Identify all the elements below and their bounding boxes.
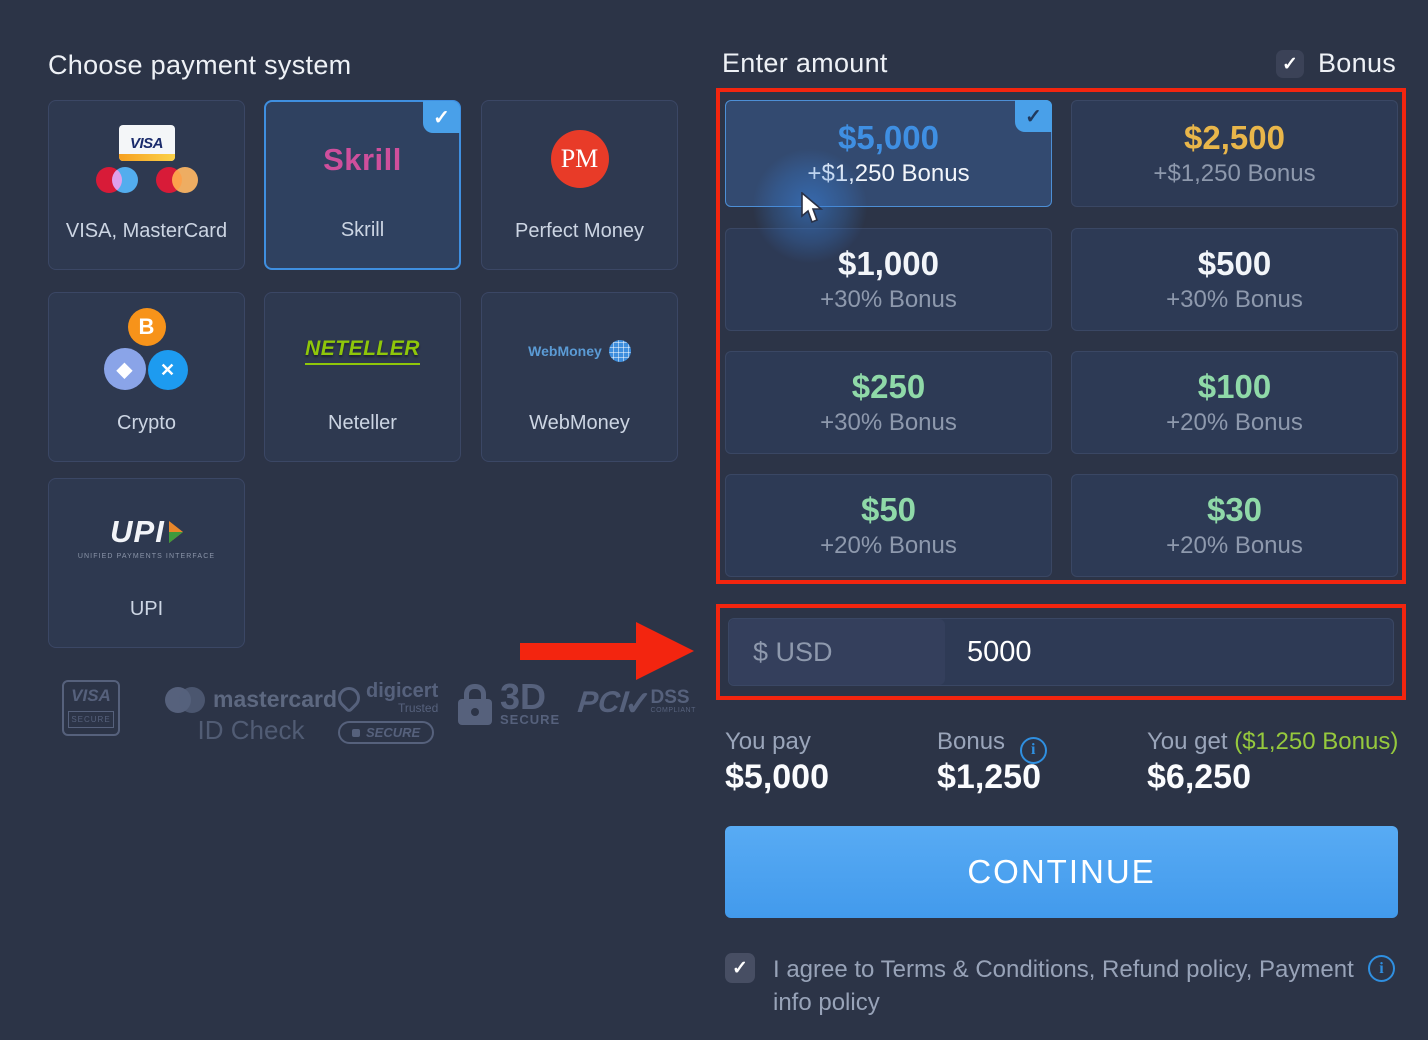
payment-tile-neteller[interactable]: NETELLER Neteller <box>264 292 461 462</box>
preset-amount: $2,500 <box>1184 118 1285 158</box>
payment-label: Neteller <box>328 412 397 435</box>
preset-500[interactable]: $500 +30% Bonus <box>1071 228 1398 331</box>
annotation-arrow <box>520 643 640 660</box>
preset-2500[interactable]: $2,500 +$1,250 Bonus <box>1071 100 1398 207</box>
payment-tile-webmoney[interactable]: WebMoney WebMoney <box>481 292 678 462</box>
payment-label: Skrill <box>341 219 384 242</box>
preset-100[interactable]: $100 +20% Bonus <box>1071 351 1398 454</box>
payment-tile-visa-mastercard[interactable]: VISA VISA, MasterCard <box>48 100 245 270</box>
payment-label: Perfect Money <box>515 220 644 243</box>
mastercard-circles-icon <box>165 687 205 713</box>
preset-30[interactable]: $30 +20% Bonus <box>1071 474 1398 577</box>
visa-mastercard-icon: VISA <box>49 101 244 217</box>
enter-amount-title: Enter amount <box>722 48 888 79</box>
digicert-badge: digicert Trusted SECURE <box>338 680 438 744</box>
payment-tile-upi[interactable]: UPI UNIFIED PAYMENTS INTERFACE UPI <box>48 478 245 648</box>
choose-payment-title: Choose payment system <box>48 50 351 81</box>
preset-amount: $100 <box>1198 367 1271 407</box>
webmoney-logo: WebMoney <box>528 343 602 359</box>
you-pay-label: You pay <box>725 728 811 756</box>
crypto-icons: B ◆ ✕ <box>102 308 192 394</box>
preset-bonus: +30% Bonus <box>1166 284 1303 316</box>
preset-bonus: +20% Bonus <box>1166 530 1303 562</box>
preset-amount: $5,000 <box>838 118 939 158</box>
payment-label: WebMoney <box>529 412 630 435</box>
upi-arrow-icon <box>169 521 183 543</box>
payment-tile-crypto[interactable]: B ◆ ✕ Crypto <box>48 292 245 462</box>
amount-input[interactable] <box>945 619 1393 685</box>
preset-amount: $250 <box>852 367 925 407</box>
maestro-icon <box>96 167 138 193</box>
ethereum-icon: ◆ <box>104 348 146 390</box>
preset-bonus: +20% Bonus <box>820 530 957 562</box>
preset-amount: $30 <box>1207 490 1262 530</box>
you-get-value: $6,250 <box>1147 758 1251 797</box>
currency-label: $ USD <box>753 637 833 668</box>
preset-250[interactable]: $250 +30% Bonus <box>725 351 1052 454</box>
perfect-money-icon: PM <box>551 130 609 188</box>
preset-bonus: +30% Bonus <box>820 407 957 439</box>
selected-check-icon: ✓ <box>1015 100 1052 132</box>
ripple-icon: ✕ <box>148 350 188 390</box>
bonus-checkbox[interactable]: ✓ <box>1276 50 1304 78</box>
agreement-text: I agree to Terms & Conditions, Refund po… <box>773 953 1373 1019</box>
mastercard-icon <box>156 167 198 193</box>
you-pay-value: $5,000 <box>725 758 829 797</box>
you-get-summary: You get ($1,250 Bonus) <box>1147 728 1398 756</box>
skrill-logo: Skrill <box>323 142 402 178</box>
webmoney-globe-icon <box>609 340 631 362</box>
amount-input-row: $ USD <box>728 618 1394 686</box>
agree-checkbox[interactable]: ✓ <box>725 953 755 983</box>
padlock-icon <box>458 684 492 725</box>
upi-logo: UPI UNIFIED PAYMENTS INTERFACE <box>78 514 215 560</box>
bitcoin-icon: B <box>128 308 166 346</box>
payment-label: UPI <box>130 598 163 621</box>
neteller-logo: NETELLER <box>305 337 420 365</box>
preset-bonus: +$1,250 Bonus <box>1153 158 1315 190</box>
mouse-cursor-icon <box>800 192 828 226</box>
digicert-icon <box>333 682 364 713</box>
preset-amount: $50 <box>861 490 916 530</box>
payment-tile-skrill[interactable]: ✓ Skrill Skrill <box>264 100 461 270</box>
you-get-bonus-note: ($1,250 Bonus) <box>1234 728 1398 755</box>
preset-bonus: +20% Bonus <box>1166 407 1303 439</box>
bonus-value: $1,250 <box>937 758 1041 797</box>
preset-amount: $1,000 <box>838 244 939 284</box>
currency-selector[interactable]: $ USD <box>729 619 945 685</box>
visa-secure-badge: VISA SECURE <box>62 680 120 736</box>
you-get-label: You get <box>1147 728 1228 755</box>
payment-label: VISA, MasterCard <box>66 220 227 243</box>
mastercard-idcheck-badge: mastercard ID Check <box>165 686 337 746</box>
visa-card-logo: VISA <box>130 135 163 152</box>
threed-secure-badge: 3D SECURE <box>458 682 560 727</box>
payment-label: Crypto <box>117 412 176 435</box>
lock-icon <box>352 729 360 737</box>
agreement-info-icon[interactable]: i <box>1368 955 1395 982</box>
pci-dss-badge: PCI ✓ DSS COMPLIANT <box>578 688 696 724</box>
bonus-checkbox-label: Bonus <box>1318 48 1396 79</box>
preset-50[interactable]: $50 +20% Bonus <box>725 474 1052 577</box>
preset-bonus: +30% Bonus <box>820 284 957 316</box>
preset-amount: $500 <box>1198 244 1271 284</box>
continue-button[interactable]: CONTINUE <box>725 826 1398 918</box>
bonus-label: Bonus <box>937 728 1005 755</box>
annotation-arrow-head <box>636 622 694 680</box>
deposit-screen: Choose payment system VISA VISA, MasterC… <box>0 0 1428 1040</box>
payment-tile-perfect-money[interactable]: PM Perfect Money <box>481 100 678 270</box>
